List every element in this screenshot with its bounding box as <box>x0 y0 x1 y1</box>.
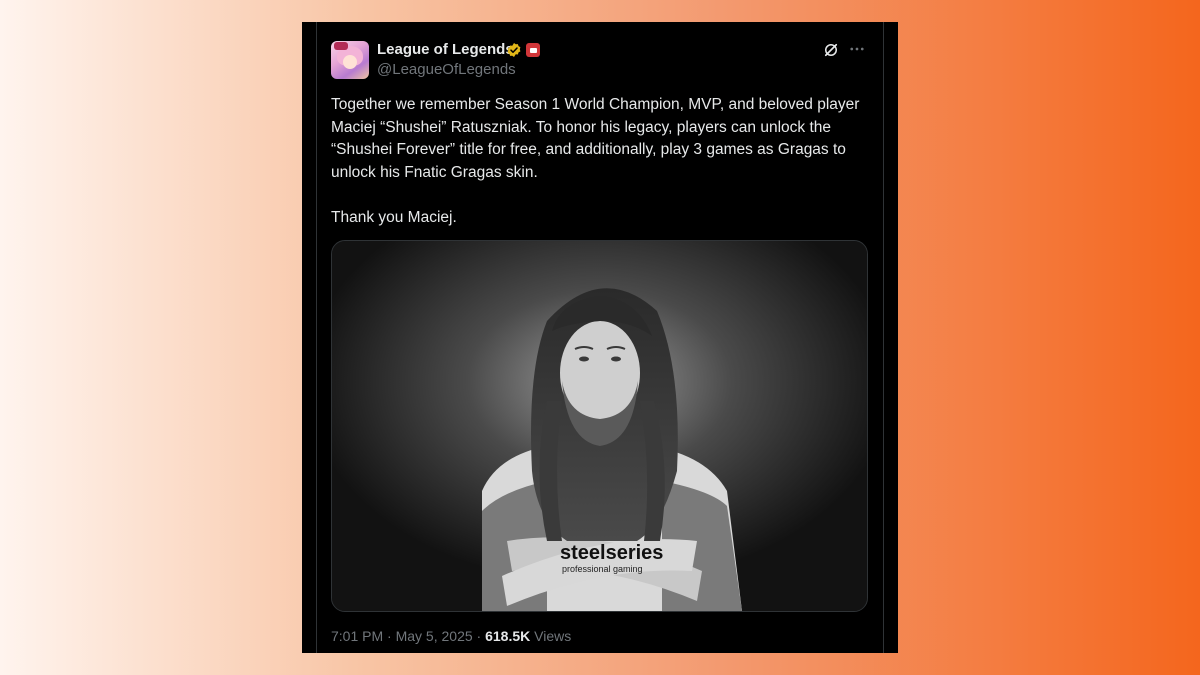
tweet-date[interactable]: May 5, 2025 <box>396 628 473 644</box>
avatar-crown <box>334 42 348 50</box>
avatar-face <box>343 55 357 69</box>
display-name[interactable]: League of Legends <box>377 41 514 58</box>
more-icon[interactable] <box>848 40 866 58</box>
tweet-timestamp[interactable]: 7:01 PM · May 5, 2025 · 618.5K Views <box>331 628 571 644</box>
tweet-media[interactable]: steelseries professional gaming <box>331 240 868 612</box>
verified-icon <box>507 43 521 57</box>
avatar[interactable] <box>331 41 369 79</box>
separator-dot: · <box>476 628 482 644</box>
tweet-text: Together we remember Season 1 World Cham… <box>331 96 860 226</box>
portrait-photo: steelseries professional gaming <box>332 241 867 611</box>
tweet-card[interactable]: League of Legends @LeagueOfLegends Toget… <box>302 22 898 653</box>
jersey-logo-text: steelseries <box>560 542 663 564</box>
grok-icon[interactable] <box>822 41 840 59</box>
views-label: Views <box>534 628 572 644</box>
separator-dot: · <box>387 628 392 644</box>
affiliate-badge-icon[interactable] <box>526 43 540 57</box>
jersey-logo-subtext: professional gaming <box>562 564 643 574</box>
handle[interactable]: @LeagueOfLegends <box>377 61 516 78</box>
tweet-time[interactable]: 7:01 PM <box>331 628 383 644</box>
views-count[interactable]: 618.5K <box>485 628 530 644</box>
